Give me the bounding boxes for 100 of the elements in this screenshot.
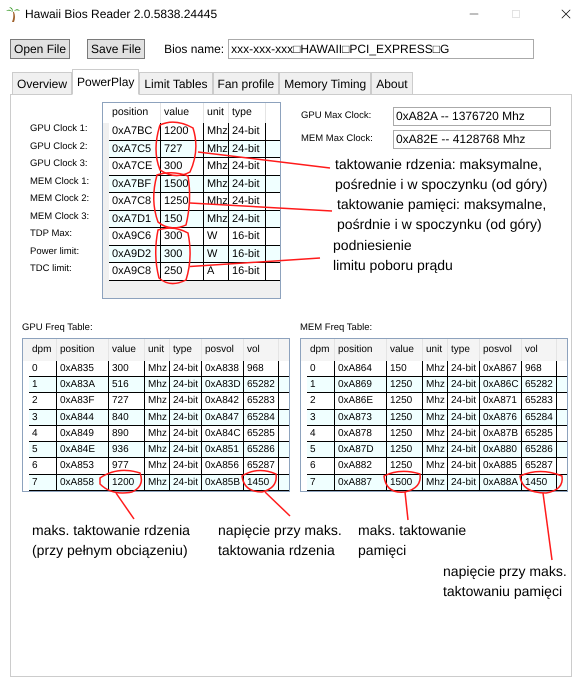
table-cell: 516 (109, 376, 145, 392)
table-cell: 65285 (244, 426, 279, 442)
table-cell: 977 (109, 458, 145, 474)
table-cell: 4 (307, 426, 335, 442)
table-cell: 0xA835 (57, 360, 109, 376)
table-cell: Mhz (204, 176, 229, 192)
table-cell: W (204, 228, 229, 244)
table-cell: 24-bit (229, 123, 266, 140)
table-cell: 0xA88A (480, 474, 522, 490)
tab[interactable]: PowerPlay (72, 69, 140, 95)
table-cell: 24-bit (170, 458, 202, 474)
table-cell: 0xA849 (57, 426, 109, 442)
table-title: MEM Freq Table: (300, 321, 374, 335)
table-cell: Mhz (204, 123, 229, 140)
table-cell: Mhz (423, 410, 448, 425)
tab[interactable]: Fan profile (212, 72, 280, 95)
circle-mark (153, 172, 190, 229)
table-cell: 1250 (387, 376, 423, 392)
table-cell: 5 (307, 442, 335, 458)
table-cell: 24-bit (170, 426, 202, 442)
tab[interactable]: About (371, 72, 413, 95)
table-cell: 24-bit (170, 474, 202, 490)
table-cell: 0xA9C6 (109, 228, 161, 244)
table-cell: Mhz (423, 426, 448, 442)
leader-line (115, 492, 135, 520)
annotation-text: podniesienie limitu poboru prądu (333, 236, 453, 275)
field-label: Power limit: (30, 244, 80, 258)
table-cell: 4 (29, 426, 57, 442)
table-cell: 300 (109, 360, 145, 376)
leader-line (542, 492, 553, 560)
table-cell: 0xA87D (335, 442, 387, 458)
palm-tree-icon (5, 6, 21, 22)
table-cell: 65284 (244, 410, 279, 425)
table-cell: 0xA86E (335, 393, 387, 409)
table-cell: 2 (307, 393, 335, 409)
table-cell: 1 (29, 376, 57, 392)
max-clock-field[interactable]: 0xA82A -- 1376720 Mhz (393, 107, 551, 126)
table-cell: 300 (161, 228, 204, 244)
table-cell: 1250 (387, 442, 423, 458)
annotation-text: taktowanie rdzenia: maksymalne, pośrednie i w spoczynku (od góry) (335, 155, 548, 194)
table-cell: 24-bit (448, 376, 480, 392)
field-label: MEM Clock 2: (30, 192, 90, 206)
table-cell: Mhz (145, 458, 170, 474)
table-cell: 24-bit (448, 393, 480, 409)
table-cell: A (204, 263, 229, 280)
table-cell: 65285 (522, 426, 557, 442)
table-cell: 0xA83F (57, 393, 109, 409)
tab[interactable]: Memory Timing (279, 72, 372, 95)
table-title: GPU Freq Table: (22, 321, 94, 335)
table-cell: 0xA844 (57, 410, 109, 425)
table-cell: 0xA878 (335, 426, 387, 442)
table-cell: 0xA867 (480, 360, 522, 376)
table-cell: 5 (29, 442, 57, 458)
table-cell: 0xA83D (202, 376, 244, 392)
table-cell: Mhz (423, 393, 448, 409)
table-cell: 0xA7CE (109, 158, 161, 174)
table-cell: 727 (161, 140, 204, 157)
table-cell: 890 (109, 426, 145, 442)
table-cell: 24-bit (448, 410, 480, 425)
table-cell: 0 (29, 360, 57, 376)
table-cell: 150 (161, 210, 204, 227)
table-cell: 1 (307, 376, 335, 392)
table-cell: 250 (161, 263, 204, 280)
table-cell: 0xA7BC (109, 123, 161, 140)
table-cell: Mhz (423, 442, 448, 458)
table-cell: 2 (29, 393, 57, 409)
circle-mark (519, 470, 563, 494)
table-cell: 0xA851 (202, 442, 244, 458)
table-cell: 1250 (387, 393, 423, 409)
table-cell: 1250 (387, 458, 423, 474)
bios-name-field[interactable]: xxx-xxx-xxx□HAWAII□PCI_EXPRESS□G (228, 39, 534, 59)
field-label: TDC limit: (30, 262, 73, 276)
table-cell: 0xA887 (335, 474, 387, 490)
tab[interactable]: Overview (12, 72, 72, 95)
table-cell: 24-bit (448, 426, 480, 442)
field-label: MEM Max Clock: (301, 132, 374, 146)
table-cell: 0xA853 (57, 458, 109, 474)
field-label: TDP Max: (30, 227, 74, 241)
table-cell: 24-bit (229, 193, 266, 210)
table-cell: Mhz (423, 376, 448, 392)
table-cell: 24-bit (229, 158, 266, 174)
circle-mark (155, 121, 197, 176)
toolbar-button[interactable]: Open File (10, 39, 70, 59)
max-clock-field[interactable]: 0xA82E -- 4128768 Mhz (393, 130, 551, 149)
bios-name-label: Bios name: (164, 41, 224, 58)
table-cell: 0xA7C8 (109, 193, 161, 210)
table-cell: 6 (29, 458, 57, 474)
table-cell: 1250 (387, 426, 423, 442)
toolbar-button[interactable]: Save File (87, 39, 146, 59)
tab[interactable]: Limit Tables (139, 72, 213, 95)
table-cell: 65286 (244, 442, 279, 458)
table-cell: Mhz (145, 442, 170, 458)
table-cell: 65283 (244, 393, 279, 409)
table-cell: 65283 (522, 393, 557, 409)
table-cell: 0xA842 (202, 393, 244, 409)
table-cell: 24-bit (448, 360, 480, 376)
table-cell: 300 (161, 246, 204, 262)
table-cell: 968 (522, 360, 557, 376)
annotation-text: napięcie przy maks. taktowania rdzenia (218, 521, 342, 560)
table-cell: 3 (307, 410, 335, 425)
